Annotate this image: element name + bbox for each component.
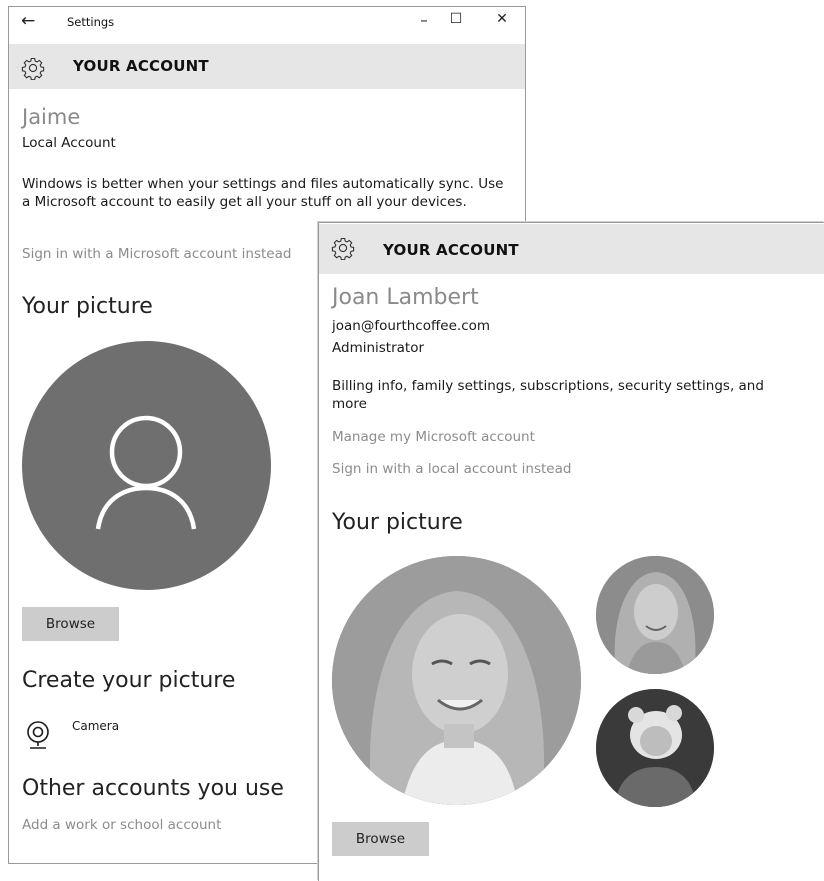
profile-photo xyxy=(332,556,581,805)
user-name: Jaime xyxy=(22,105,81,129)
recent-photo-1[interactable] xyxy=(596,556,714,674)
webcam-icon[interactable] xyxy=(24,719,52,751)
page-header: YOUR ACCOUNT xyxy=(9,44,525,89)
title-bar: ← Settings – ☐ ✕ xyxy=(9,7,525,37)
recent-photo-2-illustration xyxy=(596,689,714,807)
account-type: Local Account xyxy=(22,135,116,151)
add-work-account-link[interactable]: Add a work or school account xyxy=(22,817,221,833)
create-picture-heading: Create your picture xyxy=(22,668,236,693)
sign-in-local-link[interactable]: Sign in with a local account instead xyxy=(332,461,571,477)
recent-photo-1-illustration xyxy=(596,556,714,674)
sign-in-microsoft-link[interactable]: Sign in with a Microsoft account instead xyxy=(22,246,291,262)
browse-button[interactable]: Browse xyxy=(332,822,429,856)
your-picture-heading: Your picture xyxy=(22,294,153,319)
sync-message: Windows is better when your settings and… xyxy=(22,176,504,210)
page-title: YOUR ACCOUNT xyxy=(383,241,519,259)
user-email: joan@fourthcoffee.com xyxy=(332,318,491,334)
gear-icon xyxy=(331,237,355,260)
maximize-button[interactable]: ☐ xyxy=(446,11,466,27)
browse-button[interactable]: Browse xyxy=(22,607,119,641)
other-accounts-heading: Other accounts you use xyxy=(22,776,284,801)
recent-photo-2[interactable] xyxy=(596,689,714,807)
page-header: YOUR ACCOUNT xyxy=(319,224,824,274)
user-name: Joan Lambert xyxy=(332,285,479,310)
manage-account-link[interactable]: Manage my Microsoft account xyxy=(332,429,535,445)
profile-photo-illustration xyxy=(332,556,581,805)
gear-icon xyxy=(21,57,45,80)
minimize-button[interactable]: – xyxy=(414,11,434,29)
billing-info-text: Billing info, family settings, subscript… xyxy=(332,378,764,412)
app-title: Settings xyxy=(67,15,115,29)
settings-window-microsoft: YOUR ACCOUNT Joan Lambert joan@fourthcof… xyxy=(318,222,824,881)
default-avatar xyxy=(22,341,271,590)
user-silhouette-icon xyxy=(95,415,197,530)
back-arrow-icon[interactable]: ← xyxy=(21,11,35,31)
user-role: Administrator xyxy=(332,340,425,356)
close-button[interactable]: ✕ xyxy=(492,11,512,27)
camera-label[interactable]: Camera xyxy=(72,719,119,733)
page-title: YOUR ACCOUNT xyxy=(73,57,209,75)
your-picture-heading: Your picture xyxy=(332,510,463,535)
